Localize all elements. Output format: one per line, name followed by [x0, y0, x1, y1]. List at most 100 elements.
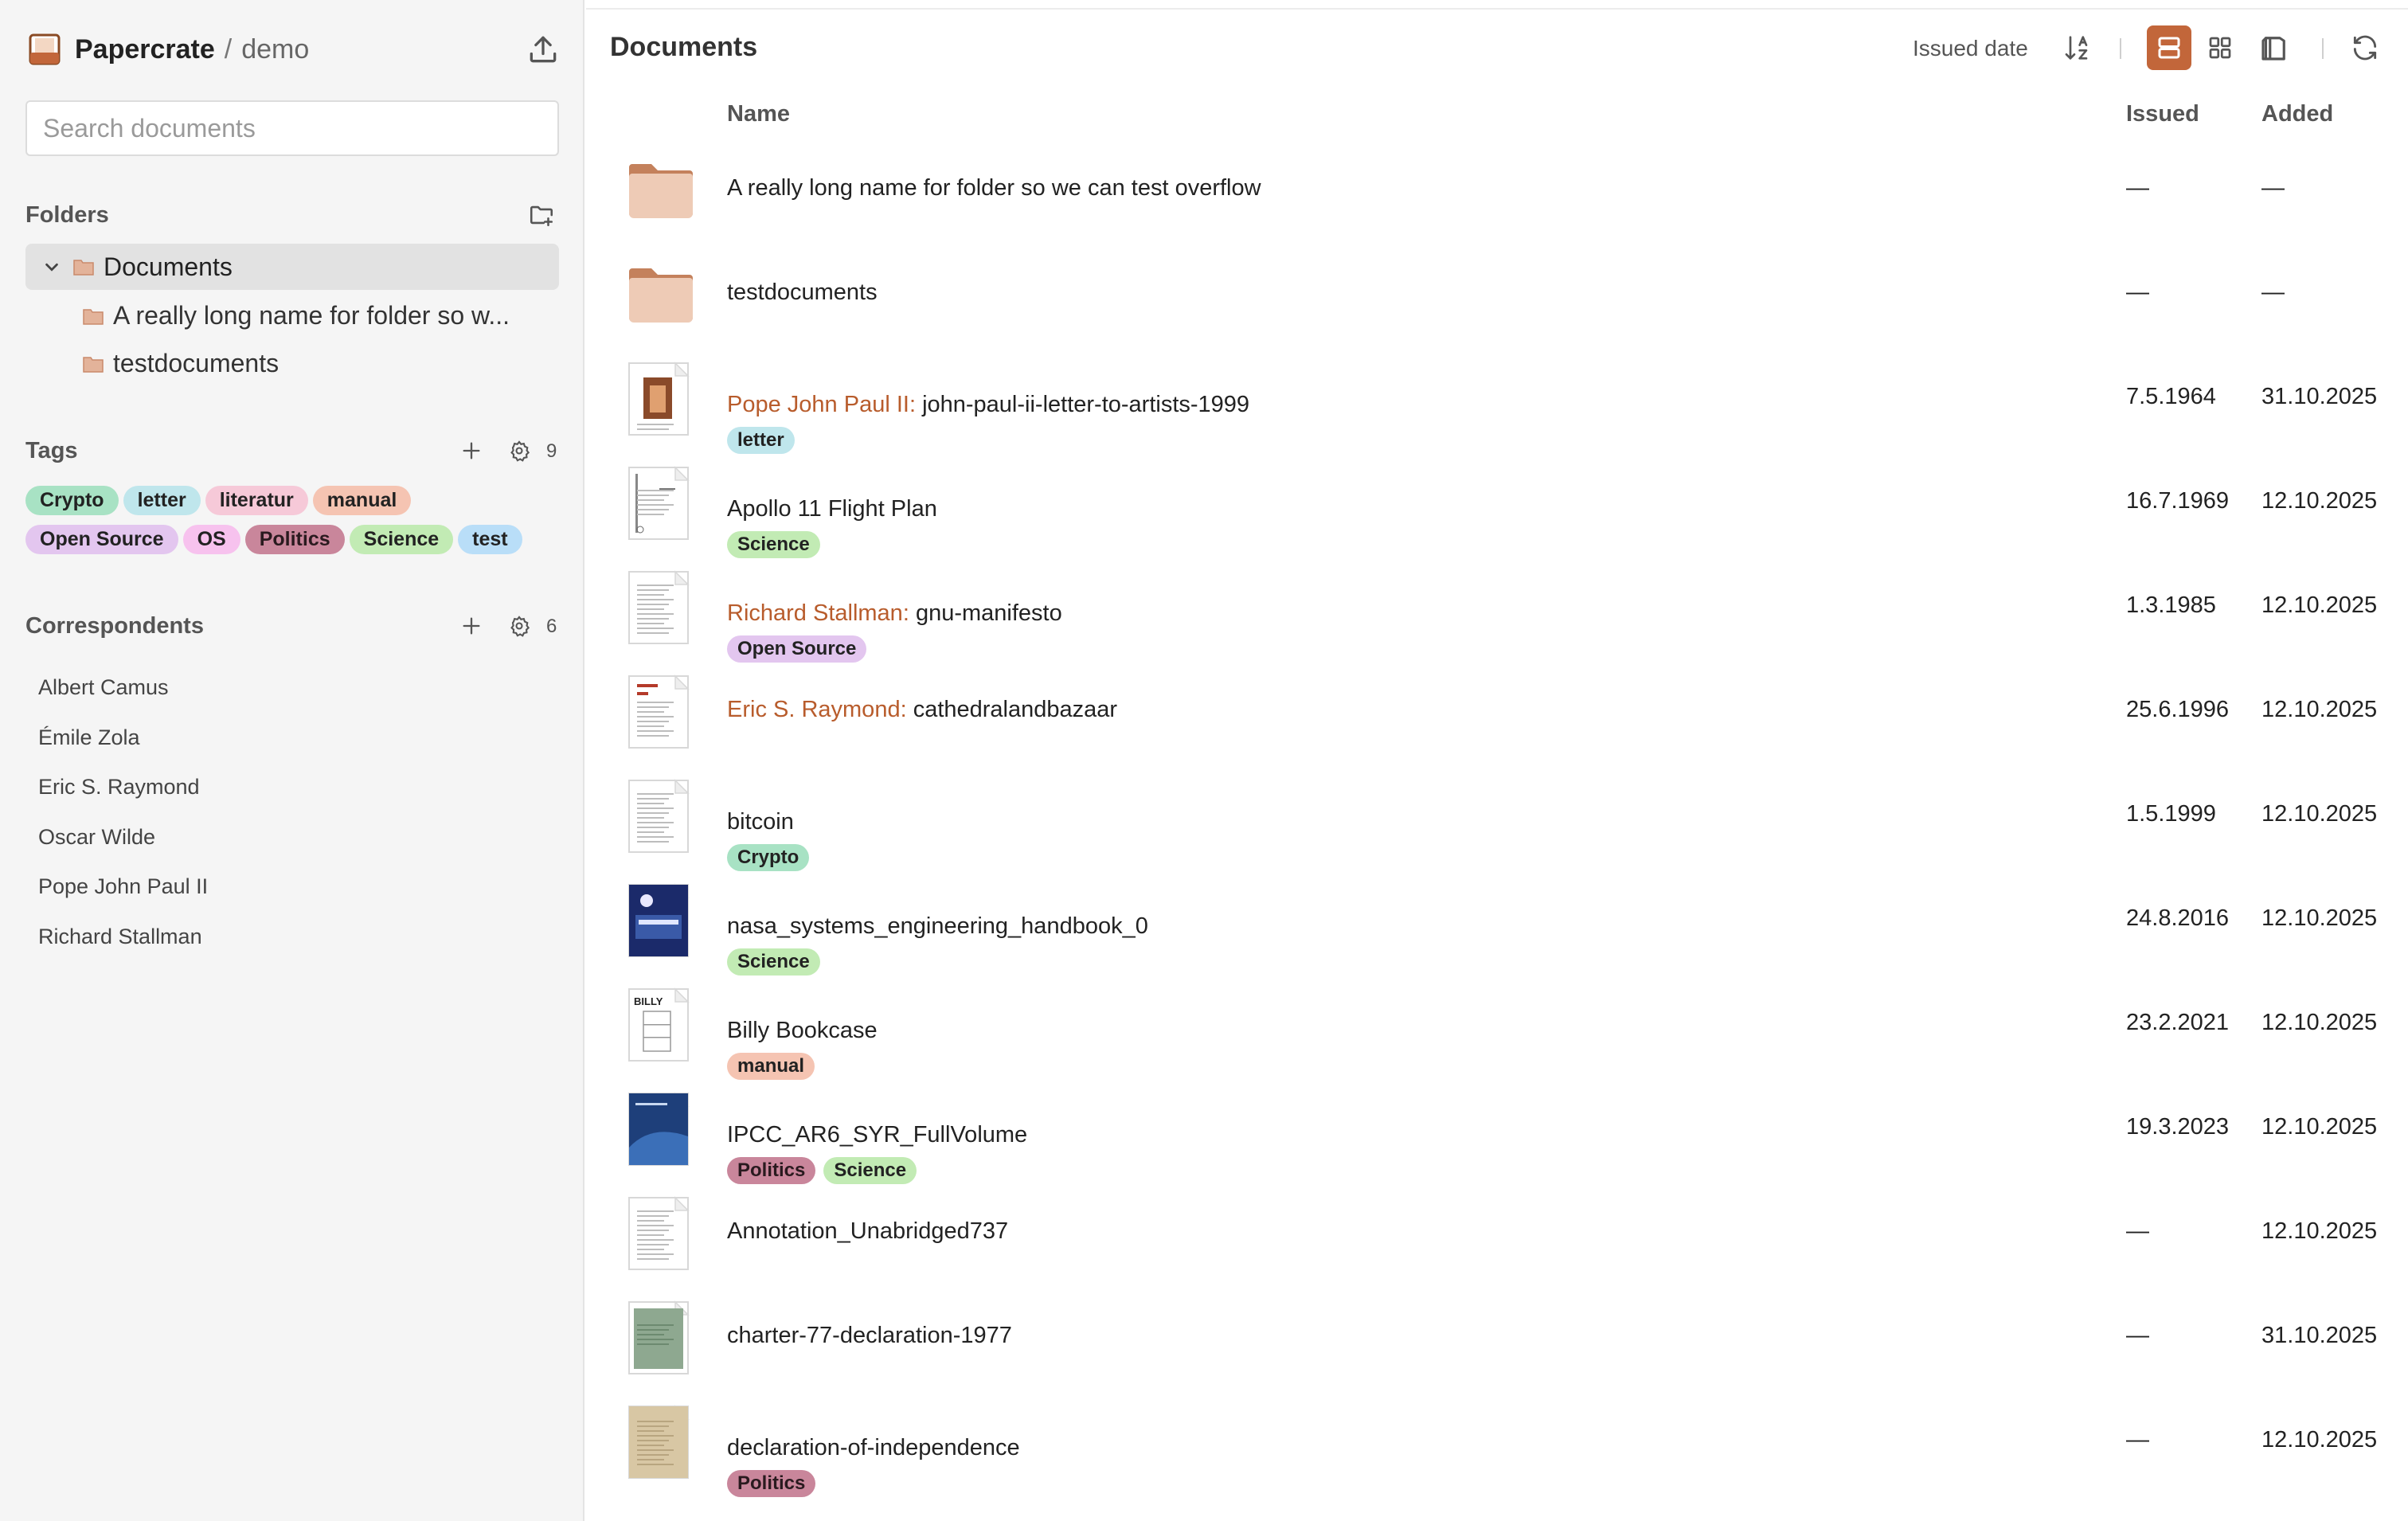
- correspondent-item[interactable]: Albert Camus: [38, 675, 169, 700]
- folder-thumbnail[interactable]: [627, 260, 693, 335]
- row-name[interactable]: Annotation_Unabridged737: [727, 1218, 1008, 1245]
- search-input[interactable]: [25, 100, 559, 156]
- row-name[interactable]: Eric S. Raymond: cathedralandbazaar: [727, 697, 1117, 723]
- row-name[interactable]: testdocuments: [727, 280, 878, 306]
- row-title: bitcoin: [727, 809, 794, 835]
- row-name[interactable]: A really long name for folder so we can …: [727, 175, 1261, 201]
- sort-direction-button[interactable]: [2059, 29, 2097, 67]
- tag-chip[interactable]: letter: [123, 486, 201, 515]
- document-thumbnail[interactable]: [627, 1092, 690, 1167]
- row-name[interactable]: nasa_systems_engineering_handbook_0: [727, 913, 1148, 940]
- row-name[interactable]: Apollo 11 Flight Plan: [727, 496, 937, 522]
- document-thumbnail[interactable]: BILLY: [627, 987, 690, 1062]
- column-header-issued[interactable]: Issued: [2126, 101, 2199, 127]
- correspondent-item[interactable]: Eric S. Raymond: [38, 775, 200, 800]
- folder-item-testdocuments[interactable]: testdocuments: [83, 349, 279, 378]
- document-row[interactable]: Apollo 11 Flight Plan Science 16.7.1969 12.…: [586, 450, 2408, 558]
- sort-field-select[interactable]: Issued date: [1913, 36, 2028, 61]
- row-name[interactable]: Billy Bookcase: [727, 1018, 878, 1044]
- row-name[interactable]: declaration-of-independence: [727, 1435, 1020, 1461]
- document-thumbnail[interactable]: [627, 1300, 690, 1375]
- document-thumbnail[interactable]: [627, 779, 690, 854]
- document-row[interactable]: declaration-of-independence Politics — 12.1…: [586, 1389, 2408, 1497]
- refresh-button[interactable]: [2346, 29, 2384, 67]
- correspondent-link[interactable]: Eric S. Raymond:: [727, 697, 907, 722]
- gear-icon: [510, 440, 530, 462]
- brand-separator: /: [224, 33, 233, 65]
- document-thumbnail-icon: [628, 1300, 690, 1374]
- document-row[interactable]: Richard Stallman: gnu-manifesto Open Sour…: [586, 554, 2408, 663]
- row-name[interactable]: Richard Stallman: gnu-manifesto: [727, 600, 1062, 627]
- correspondent-settings-button[interactable]: [503, 610, 535, 642]
- tag-chip[interactable]: literatur: [205, 486, 308, 515]
- tag-chip[interactable]: Science: [349, 525, 454, 554]
- added-date: 12.10.2025: [2261, 905, 2378, 931]
- correspondent-link[interactable]: Richard Stallman:: [727, 600, 909, 626]
- row-name[interactable]: charter-77-declaration-1977: [727, 1323, 1012, 1349]
- cards-view-button[interactable]: [2255, 29, 2293, 67]
- added-date: 12.10.2025: [2261, 697, 2378, 722]
- folder-thumbnail[interactable]: [627, 156, 693, 231]
- brand[interactable]: Papercrate / demo: [29, 29, 309, 70]
- sort-az-icon: [2065, 36, 2088, 60]
- upload-button[interactable]: [526, 32, 561, 67]
- row-name[interactable]: Pope John Paul II: john-paul-ii-letter-t…: [727, 392, 1249, 418]
- row-name[interactable]: IPCC_AR6_SYR_FullVolume: [727, 1122, 1027, 1148]
- tag-chip[interactable]: Open Source: [25, 525, 178, 554]
- tag-chip[interactable]: test: [458, 525, 522, 554]
- correspondent-item[interactable]: Émile Zola: [38, 725, 140, 750]
- document-row[interactable]: BILLY Billy Bookcase manual 23.2.2021 12.10.…: [586, 972, 2408, 1080]
- tag-settings-button[interactable]: [503, 435, 535, 467]
- document-row[interactable]: bitcoin Crypto 1.5.1999 12.10.2025: [586, 763, 2408, 871]
- row-title: cathedralandbazaar: [913, 697, 1118, 722]
- row-title: A really long name for folder so we can …: [727, 175, 1261, 201]
- row-name[interactable]: bitcoin: [727, 809, 794, 835]
- grid-view-button[interactable]: [2201, 29, 2239, 67]
- document-thumbnail[interactable]: [627, 1405, 690, 1480]
- tag-chip[interactable]: Crypto: [25, 486, 119, 515]
- correspondent-link[interactable]: Pope John Paul II:: [727, 392, 916, 417]
- folder-plus-icon: [530, 205, 553, 227]
- document-thumbnail[interactable]: [627, 362, 690, 436]
- correspondent-item[interactable]: Oscar Wilde: [38, 825, 155, 850]
- column-header-name[interactable]: Name: [727, 101, 790, 127]
- document-thumbnail[interactable]: [627, 466, 690, 541]
- folder-row[interactable]: testdocuments — —: [586, 241, 2408, 346]
- chevron-down-icon[interactable]: [43, 258, 61, 276]
- issued-date: 23.2.2021: [2126, 1010, 2230, 1035]
- new-folder-button[interactable]: [526, 199, 557, 231]
- added-date: 12.10.2025: [2261, 488, 2378, 514]
- issued-date: —: [2126, 1323, 2149, 1348]
- tag-chip[interactable]: OS: [182, 525, 240, 554]
- document-thumbnail[interactable]: [627, 674, 690, 749]
- tag-chip[interactable]: Politics: [727, 1470, 816, 1497]
- column-header-added[interactable]: Added: [2261, 101, 2333, 127]
- document-row[interactable]: nasa_systems_engineering_handbook_0 Scien…: [586, 867, 2408, 976]
- tag-chip[interactable]: manual: [312, 486, 412, 515]
- document-thumbnail[interactable]: [627, 883, 690, 958]
- folder-item-long-name[interactable]: A really long name for folder so w...: [83, 301, 510, 330]
- folders-title: Folders: [25, 202, 109, 228]
- document-thumbnail[interactable]: [627, 1196, 690, 1271]
- tag-chip[interactable]: Politics: [244, 525, 345, 554]
- folder-label: testdocuments: [113, 349, 280, 377]
- add-correspondent-button[interactable]: [455, 610, 487, 642]
- issued-date: 19.3.2023: [2126, 1114, 2230, 1140]
- document-thumbnail[interactable]: [627, 570, 690, 645]
- document-row[interactable]: IPCC_AR6_SYR_FullVolume Politics Science 19…: [586, 1076, 2408, 1184]
- row-title: gnu-manifesto: [915, 600, 1062, 626]
- row-title: IPCC_AR6_SYR_FullVolume: [727, 1122, 1028, 1148]
- folder-label-documents: Documents: [104, 252, 233, 281]
- folder-icon: [629, 268, 693, 323]
- document-row[interactable]: Annotation_Unabridged737 — 12.10.2025: [586, 1180, 2408, 1284]
- document-row[interactable]: charter-77-declaration-1977 — 31.10.2025: [586, 1284, 2408, 1389]
- document-thumbnail-icon: [628, 1196, 690, 1270]
- correspondent-item[interactable]: Pope John Paul II: [38, 874, 208, 899]
- folder-row[interactable]: A really long name for folder so we can …: [586, 137, 2408, 241]
- document-row[interactable]: Pope John Paul II: john-paul-ii-letter-t…: [586, 346, 2408, 454]
- correspondent-item[interactable]: Richard Stallman: [38, 925, 202, 949]
- document-row[interactable]: Eric S. Raymond: cathedralandbazaar 25.6.…: [586, 659, 2408, 763]
- add-tag-button[interactable]: [455, 435, 487, 467]
- list-view-button[interactable]: [2147, 25, 2191, 70]
- folder-tree-root[interactable]: Documents: [25, 244, 559, 290]
